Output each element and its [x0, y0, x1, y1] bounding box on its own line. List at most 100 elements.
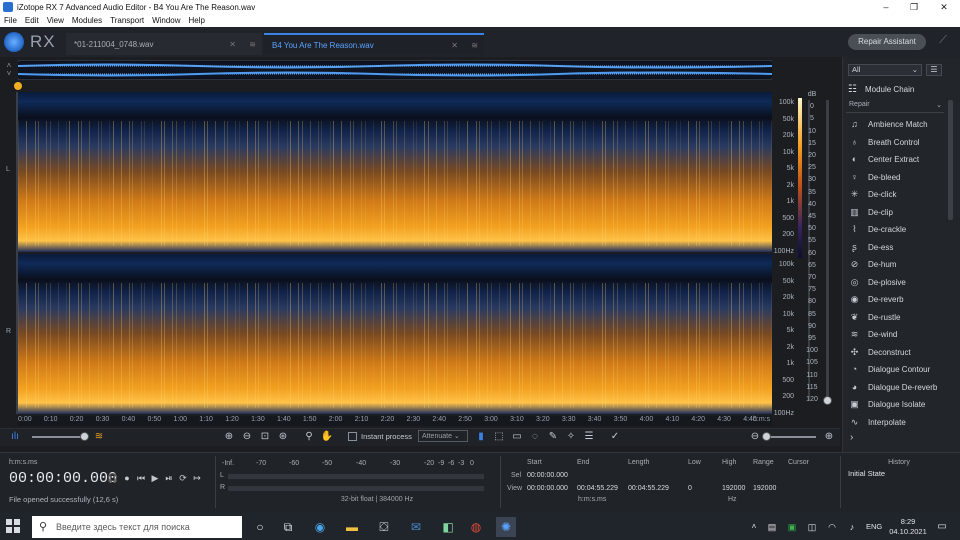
notifications-icon[interactable]: ▭ [932, 517, 952, 537]
loop-icon[interactable]: ⟳ [177, 472, 189, 484]
language-indicator[interactable]: ENG [866, 522, 882, 531]
view-range-field[interactable]: 192000 [753, 485, 776, 492]
zoom-in-h-icon[interactable]: ⊕ [822, 430, 836, 444]
module-chain-button[interactable]: ☷ Module Chain [848, 82, 948, 96]
hand-tool-icon[interactable]: ✋ [320, 430, 334, 444]
module-item[interactable]: ʂ De-ess [848, 239, 942, 256]
play-icon[interactable]: ▶ [149, 472, 161, 484]
zoom-knob-h[interactable] [762, 432, 771, 441]
module-item[interactable]: ⌇ De-crackle [848, 221, 942, 238]
tray-app-icon-3[interactable]: ◫ [802, 517, 822, 537]
playhead-marker[interactable] [14, 82, 22, 90]
module-filter-select[interactable]: All ⌄ [848, 64, 922, 76]
spectrogram-view-icon[interactable]: ≋ [92, 430, 106, 444]
file-explorer-icon[interactable]: ▬ [342, 517, 362, 537]
time-freq-selection-icon[interactable]: ⬚ [492, 430, 506, 444]
mail-icon[interactable]: ✉ [406, 517, 426, 537]
menu-window[interactable]: Window [152, 16, 180, 25]
clock[interactable]: 8:29 04.10.2021 [888, 517, 928, 537]
module-item[interactable]: ❦ De-rustle [848, 309, 942, 326]
record-icon[interactable]: ● [121, 472, 133, 484]
edge-icon[interactable]: ◉ [310, 517, 330, 537]
store-icon[interactable]: ⛋ [374, 517, 394, 537]
taskbar-search-box[interactable]: ⚲ Введите здесь текст для поиска [32, 516, 242, 538]
follow-playhead-icon[interactable]: ↦ [191, 472, 203, 484]
lasso-icon[interactable]: ◌ [528, 430, 542, 444]
menu-modules[interactable]: Modules [72, 16, 102, 25]
headphones-icon[interactable]: 🎧 [107, 472, 119, 484]
module-item[interactable]: ◔ Dialogue Contour [848, 361, 942, 378]
time-selection-icon[interactable]: ▮ [474, 430, 488, 444]
zoom-out-h-icon[interactable]: ⊖ [748, 430, 762, 444]
maximize-button[interactable]: ❐ [900, 0, 928, 14]
module-item[interactable]: ✳ De-click [848, 186, 942, 203]
close-tab-icon[interactable]: ✕ [229, 40, 236, 49]
harmonic-selection-icon[interactable]: ☰ [582, 430, 596, 444]
module-item[interactable]: ▥ De-clip [848, 204, 942, 221]
view-blend-slider[interactable] [32, 436, 84, 438]
overview-waveform[interactable] [18, 62, 772, 78]
view-blend-knob[interactable] [80, 432, 89, 441]
spectrogram-right[interactable] [18, 254, 772, 414]
module-item[interactable]: ♀ De-bleed [848, 169, 942, 186]
module-item[interactable]: ▣ Dialogue Isolate [848, 396, 942, 413]
minimize-button[interactable]: – [872, 0, 900, 14]
chrome-icon[interactable]: ◍ [466, 517, 486, 537]
module-item[interactable]: ♁ Breath Control [848, 134, 942, 151]
network-icon[interactable]: ◠ [822, 517, 842, 537]
app-icon-5[interactable]: ◧ [438, 517, 458, 537]
time-format-label[interactable]: h:m:s.ms [9, 459, 37, 466]
instant-process-mode-select[interactable]: Attenuate ⌄ [418, 430, 468, 442]
magnifier-icon[interactable]: ⚲ [302, 430, 316, 444]
collapse-overview-icon[interactable]: ˄ ˅ [3, 62, 15, 78]
pencil-tool-icon[interactable]: ✓ [608, 430, 622, 444]
menu-edit[interactable]: Edit [25, 16, 39, 25]
repair-assistant-button[interactable]: Repair Assistant [848, 34, 926, 50]
play-selection-icon[interactable]: ⏯ [163, 472, 175, 484]
windows-start-icon[interactable] [6, 519, 20, 533]
chevron-right-icon[interactable]: › [850, 432, 853, 443]
module-item[interactable]: ≋ De-wind [848, 326, 942, 343]
module-item[interactable]: ◎ De-plosive [848, 274, 942, 291]
freq-selection-icon[interactable]: ▭ [510, 430, 524, 444]
zoom-in-icon[interactable]: ⊕ [222, 430, 236, 444]
zoom-out-icon[interactable]: ⊖ [240, 430, 254, 444]
view-high-field[interactable]: 192000 [722, 485, 745, 492]
tab-file-2[interactable]: B4 You Are The Reason.wav ✕ ≋ [264, 33, 484, 55]
tray-overflow-icon[interactable]: ˄ [744, 517, 764, 537]
repair-section-header[interactable]: Repair ⌄ [846, 101, 944, 113]
zoom-selection-icon[interactable]: ⊡ [258, 430, 272, 444]
magic-wand-icon[interactable]: ✧ [564, 430, 578, 444]
panel-menu-icon[interactable]: ☰ [926, 64, 942, 76]
menu-help[interactable]: Help [189, 16, 205, 25]
module-item[interactable]: ◉ De-reverb [848, 291, 942, 308]
module-item[interactable]: ◕ Dialogue De-reverb [848, 379, 942, 396]
zoom-scroll-v[interactable] [826, 100, 829, 400]
zoom-slider-h[interactable] [766, 436, 816, 438]
izotope-rx-taskbar-icon[interactable]: ✺ [496, 517, 516, 537]
close-tab-icon[interactable]: ✕ [451, 41, 458, 50]
volume-icon[interactable]: ♪ [842, 517, 862, 537]
module-item[interactable]: ◐ Center Extract [848, 151, 942, 168]
task-view-icon[interactable]: ⧉ [278, 517, 298, 537]
view-length-field[interactable]: 00:04:55.229 [628, 485, 669, 492]
sel-start-field[interactable]: 00:00:00.000 [527, 472, 568, 479]
menu-file[interactable]: File [4, 16, 17, 25]
history-item[interactable]: Initial State [848, 469, 885, 478]
view-start-field[interactable]: 00:00:00.000 [527, 485, 568, 492]
spectrogram-left[interactable] [18, 92, 772, 252]
module-item[interactable]: ⊘ De-hum [848, 256, 942, 273]
menu-transport[interactable]: Transport [110, 16, 144, 25]
rx-connect-icon[interactable]: ⟋ [934, 34, 952, 50]
instant-process-checkbox[interactable] [348, 432, 357, 441]
cortana-icon[interactable]: ○ [250, 517, 270, 537]
waveform-view-icon[interactable]: ılı [8, 430, 22, 444]
zoom-knob-v[interactable] [823, 396, 832, 405]
view-end-field[interactable]: 00:04:55.229 [577, 485, 618, 492]
tab-file-1[interactable]: *01-211004_0748.wav ✕ ≋ [66, 33, 262, 55]
menu-view[interactable]: View [47, 16, 64, 25]
close-button[interactable]: ✕ [930, 0, 958, 14]
tray-app-icon-2[interactable]: ▣ [782, 517, 802, 537]
brush-icon[interactable]: ✎ [546, 430, 560, 444]
tray-app-icon-1[interactable]: ▤ [762, 517, 782, 537]
